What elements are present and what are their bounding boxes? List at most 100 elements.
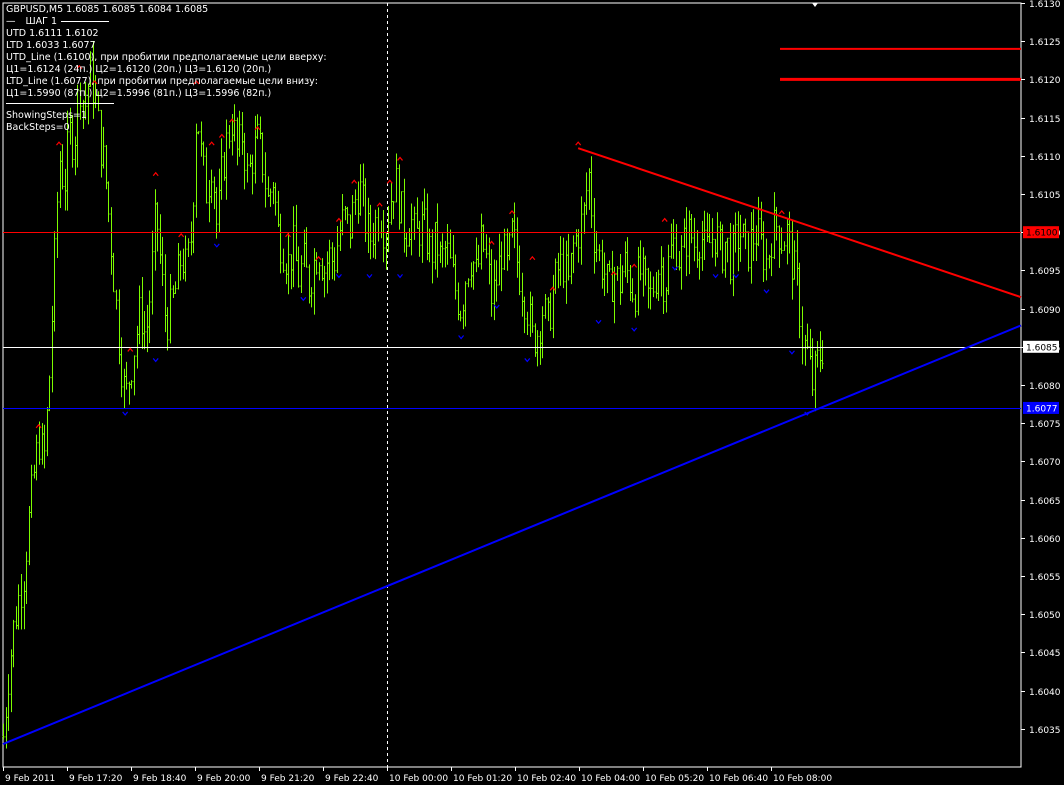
candle bbox=[696, 230, 699, 268]
candle bbox=[246, 153, 249, 183]
candle bbox=[223, 151, 226, 181]
candle bbox=[806, 323, 809, 350]
candle bbox=[701, 220, 704, 271]
candle bbox=[480, 213, 483, 270]
candle bbox=[120, 337, 123, 398]
candle bbox=[267, 176, 270, 198]
candle bbox=[446, 224, 449, 265]
candle bbox=[726, 237, 729, 263]
fractal-down-arrow bbox=[524, 358, 531, 363]
candle bbox=[56, 191, 59, 258]
candle bbox=[670, 223, 673, 259]
candle bbox=[639, 240, 642, 281]
candle bbox=[310, 287, 313, 308]
candle bbox=[434, 221, 437, 270]
fractal-up-arrow bbox=[56, 141, 62, 146]
candle bbox=[115, 289, 118, 310]
candle bbox=[683, 218, 686, 248]
y-tick-label: 1.6040 bbox=[1029, 688, 1061, 698]
fractal-down-arrow bbox=[595, 319, 602, 325]
candle bbox=[128, 381, 131, 405]
x-tick-label: 10 Feb 00:00 bbox=[389, 774, 448, 784]
candle bbox=[195, 123, 198, 218]
ltd-values: LTD 1.6033 1.6077 bbox=[6, 40, 96, 51]
candle bbox=[431, 229, 434, 284]
candle bbox=[43, 424, 46, 469]
candle bbox=[739, 214, 742, 262]
candle bbox=[773, 192, 776, 260]
candle bbox=[552, 274, 555, 339]
candle bbox=[202, 141, 205, 166]
candle bbox=[184, 235, 187, 282]
y-tick-label: 1.6035 bbox=[1029, 726, 1061, 736]
candle bbox=[449, 229, 452, 259]
x-tick-label: 10 Feb 06:40 bbox=[709, 774, 768, 784]
candle bbox=[315, 252, 318, 275]
candle bbox=[811, 338, 814, 397]
candle bbox=[657, 269, 660, 301]
candle bbox=[714, 238, 717, 267]
candle bbox=[611, 250, 614, 303]
candle bbox=[634, 294, 637, 318]
candle bbox=[595, 231, 598, 263]
candle bbox=[15, 606, 18, 630]
candle bbox=[588, 168, 591, 210]
candle bbox=[172, 285, 175, 298]
candle bbox=[608, 260, 611, 272]
candle bbox=[318, 262, 321, 281]
candle bbox=[660, 246, 663, 297]
info-divider bbox=[6, 103, 114, 104]
candle bbox=[272, 182, 275, 205]
candle bbox=[61, 144, 64, 190]
fractal-down-arrow bbox=[732, 274, 739, 279]
candle bbox=[380, 220, 383, 239]
candle bbox=[41, 423, 44, 465]
y-tick-label: 1.6105 bbox=[1029, 191, 1061, 201]
fractal-up-arrow bbox=[208, 141, 215, 146]
candle bbox=[665, 287, 668, 313]
candle bbox=[285, 263, 288, 285]
fractal-down-arrow bbox=[213, 243, 220, 248]
candle bbox=[464, 281, 467, 327]
candle bbox=[719, 221, 722, 251]
candle bbox=[554, 258, 557, 294]
y-tick-label: 1.6095 bbox=[1029, 267, 1061, 277]
candle bbox=[25, 551, 28, 604]
indicator-info-panel: GBPUSD,M5 1.6085 1.6085 1.6084 1.6085 — Ш… bbox=[6, 4, 327, 134]
candle bbox=[493, 259, 496, 321]
candle bbox=[606, 263, 609, 294]
candle bbox=[146, 304, 149, 353]
candle bbox=[187, 238, 190, 258]
candle bbox=[344, 206, 347, 221]
candle bbox=[804, 334, 807, 366]
fractal-up-arrow bbox=[351, 179, 358, 184]
candle bbox=[626, 237, 629, 284]
candle bbox=[624, 241, 627, 278]
back-steps-text: BackSteps=0 bbox=[6, 122, 70, 133]
candle bbox=[303, 229, 306, 268]
candle bbox=[459, 310, 462, 322]
candle bbox=[816, 340, 819, 368]
candle bbox=[462, 304, 465, 330]
candle bbox=[526, 311, 529, 335]
candle bbox=[708, 214, 711, 244]
candle bbox=[590, 156, 593, 229]
candle bbox=[213, 176, 216, 210]
candle bbox=[452, 234, 455, 268]
candle bbox=[30, 464, 33, 518]
candle bbox=[544, 294, 547, 319]
candle bbox=[470, 262, 473, 288]
candle bbox=[472, 261, 475, 290]
fractal-up-arrow bbox=[631, 263, 638, 268]
candle bbox=[577, 229, 580, 263]
fractal-up-arrow bbox=[509, 209, 515, 215]
candle bbox=[642, 247, 645, 297]
x-tick-label: 10 Feb 08:00 bbox=[773, 774, 832, 784]
candle bbox=[439, 241, 442, 264]
candle bbox=[711, 218, 714, 258]
chart-window[interactable]: 1.6130 1.6125 1.6120 1.6115 1.6110 1.6105 1.61… bbox=[0, 0, 1064, 785]
fractal-down-arrow bbox=[712, 274, 719, 279]
candle bbox=[737, 211, 740, 272]
candle bbox=[208, 180, 211, 223]
candle bbox=[53, 231, 56, 332]
